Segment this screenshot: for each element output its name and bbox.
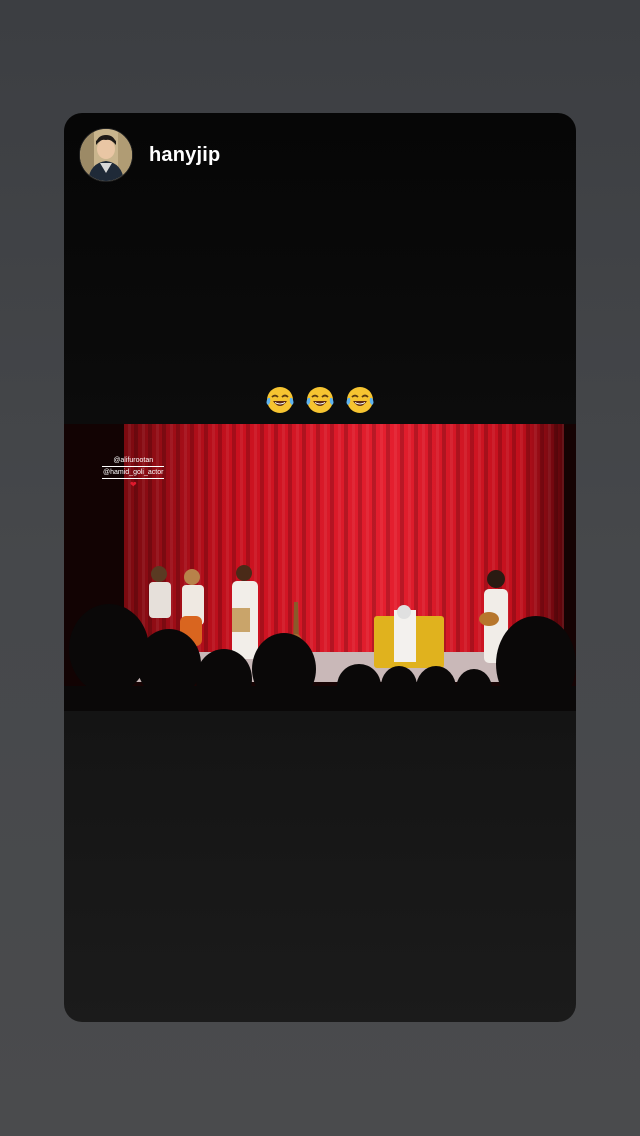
profile-avatar-icon[interactable]: [79, 128, 133, 182]
caption-emojis: [64, 385, 576, 422]
username[interactable]: hanyjip: [149, 144, 220, 167]
face-with-tears-of-joy-icon: [305, 385, 335, 415]
face-with-tears-of-joy-icon: [345, 385, 375, 415]
face-with-tears-of-joy-icon: [265, 385, 295, 415]
mention-alifurootan[interactable]: @alifurootan: [102, 456, 165, 467]
mention-hamid-goli-actor[interactable]: @hamid_goli_actor: [102, 468, 165, 479]
mention-tags: @alifurootan @hamid_goli_actor ❤: [102, 456, 165, 489]
story-header: hanyjip: [79, 128, 220, 182]
story-video[interactable]: @alifurootan @hamid_goli_actor ❤: [64, 424, 576, 711]
heart-icon: ❤: [129, 480, 137, 489]
story-card[interactable]: hanyjip @alifurootan @hamid_goli_actor ❤: [64, 113, 576, 1022]
